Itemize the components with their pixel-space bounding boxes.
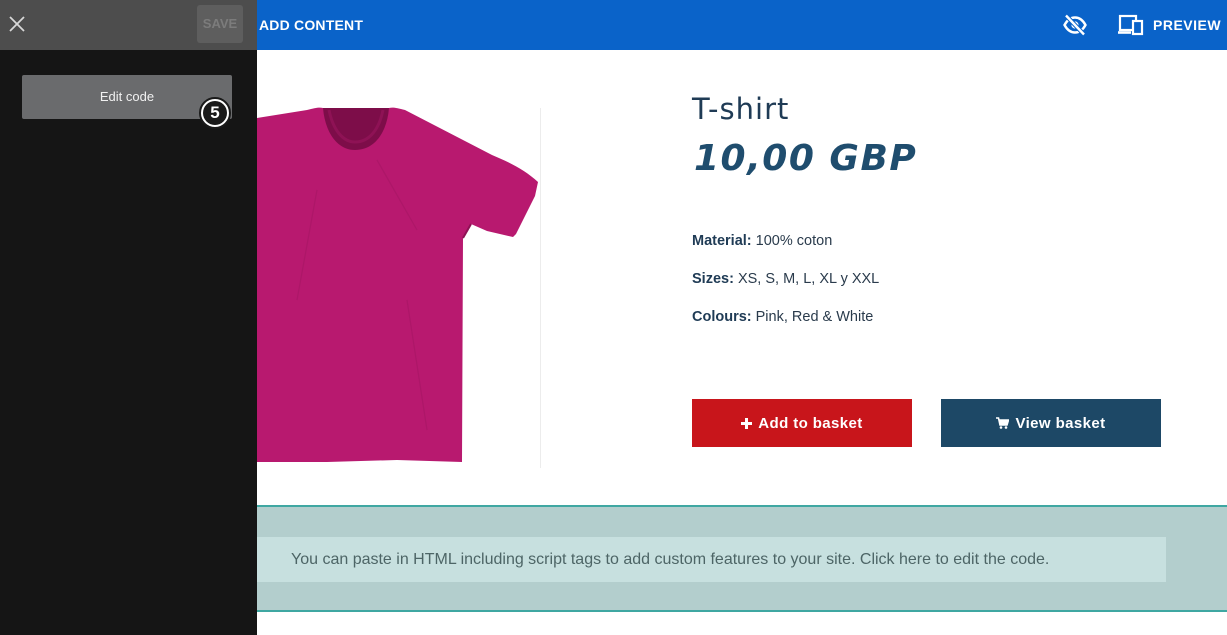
add-to-basket-label: Add to basket bbox=[758, 414, 863, 432]
colours-value: Pink, Red & White bbox=[755, 309, 874, 325]
side-panel-header: SAVE bbox=[0, 0, 257, 50]
tshirt-image bbox=[257, 107, 538, 462]
sizes-row: Sizes: XS, S, M, L, XL y XXL bbox=[692, 271, 879, 287]
product-price: 10,00 GBP bbox=[694, 138, 918, 179]
colours-label: Colours: bbox=[692, 309, 752, 325]
add-to-basket-button[interactable]: Add to basket bbox=[692, 399, 912, 447]
shopping-cart-icon bbox=[996, 417, 1010, 429]
view-basket-label: View basket bbox=[1015, 414, 1106, 432]
save-button[interactable]: SAVE bbox=[197, 5, 243, 43]
preview-label: PREVIEW bbox=[1153, 17, 1222, 33]
sizes-value: XS, S, M, L, XL y XXL bbox=[737, 271, 880, 287]
sizes-label: Sizes: bbox=[692, 271, 734, 287]
step-number-badge: 5 bbox=[199, 97, 231, 129]
material-value: 100% coton bbox=[755, 233, 833, 249]
custom-code-block[interactable]: You can paste in HTML including script t… bbox=[257, 505, 1227, 612]
plus-icon bbox=[741, 417, 753, 429]
add-content-button[interactable]: ADD CONTENT bbox=[259, 0, 363, 50]
close-icon[interactable] bbox=[7, 14, 27, 34]
material-label: Material: bbox=[692, 233, 752, 249]
preview-button[interactable]: PREVIEW bbox=[1118, 0, 1221, 50]
product-title: T-shirt bbox=[692, 92, 790, 126]
side-panel: SAVE Edit code bbox=[0, 0, 257, 635]
view-basket-button[interactable]: View basket bbox=[941, 399, 1161, 447]
custom-code-notice[interactable]: You can paste in HTML including script t… bbox=[257, 537, 1166, 582]
image-divider bbox=[540, 108, 541, 468]
colours-row: Colours: Pink, Red & White bbox=[692, 309, 873, 325]
devices-icon bbox=[1118, 14, 1144, 36]
visibility-off-icon[interactable] bbox=[1063, 13, 1087, 37]
material-row: Material: 100% coton bbox=[692, 233, 832, 249]
step-number: 5 bbox=[203, 101, 227, 125]
